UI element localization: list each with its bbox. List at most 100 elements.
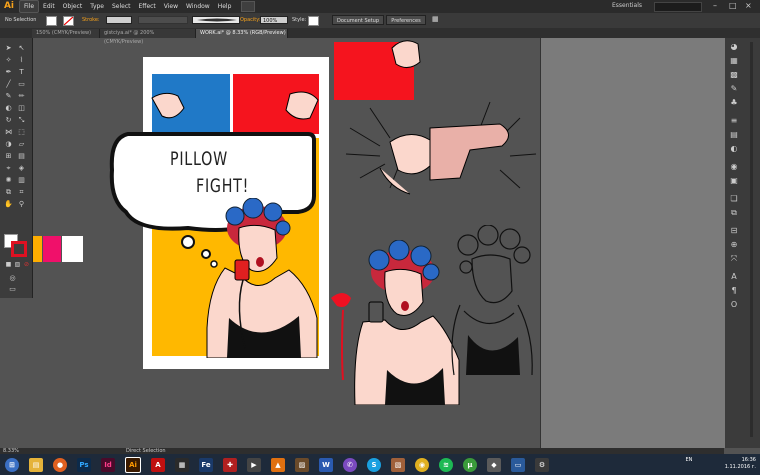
stroke-panel-icon[interactable]: ≡ [729,116,739,126]
spotify-icon[interactable]: ≋ [439,457,453,472]
none-mode-icon[interactable]: ⊘ [22,260,31,269]
align-panel-icon[interactable]: ⊟ [729,226,739,236]
media-icon[interactable]: ▶ [247,457,261,472]
explorer-icon[interactable]: ▤ [29,457,43,472]
rectangle-tool-icon[interactable]: ▭ [17,80,26,89]
photoshop-icon[interactable]: Ps [77,457,91,472]
line-tool-icon[interactable]: ╱ [4,80,13,89]
paintbrush-icon[interactable]: ✎ [4,92,13,101]
brush-definition-dropdown[interactable] [192,16,240,24]
tab-doc-2[interactable]: gistciya.ai* @ 200% (CMYK/Preview) [100,29,196,45]
workspace-switcher[interactable]: Essentials [612,2,642,9]
brushes-panel-icon[interactable]: ✎ [729,84,739,94]
stroke-label[interactable]: Stroke: [82,17,100,23]
menu-edit[interactable]: Edit [39,1,59,12]
preferences-button[interactable]: Preferences [386,15,426,25]
swatches-panel-icon[interactable]: ▩ [729,70,739,80]
dock-scrollbar[interactable] [750,42,753,437]
free-transform-icon[interactable]: ⬚ [17,128,26,137]
word-icon[interactable]: W [319,457,333,472]
rotate-tool-icon[interactable]: ↻ [4,116,13,125]
clock-time[interactable]: 16:36 [742,457,756,463]
fe-icon[interactable]: Fe [199,457,213,472]
maximize-icon[interactable]: □ [729,1,737,10]
transparency-panel-icon[interactable]: ◐ [729,144,739,154]
swatch-orange[interactable] [33,236,42,262]
symbols-panel-icon[interactable]: ♣ [729,98,739,108]
selection-tool-icon[interactable]: ➤ [4,44,13,53]
pen-tool-icon[interactable]: ✒ [4,68,13,77]
swatch-pink[interactable] [43,236,61,262]
draw-mode-icon[interactable]: ◎ [8,274,17,283]
layers-panel-icon[interactable]: ❏ [729,194,739,204]
mesh-tool-icon[interactable]: ⊞ [4,152,13,161]
menu-help[interactable]: Help [214,1,236,12]
monitor-icon[interactable]: ▭ [511,457,525,472]
stroke-color-box[interactable] [11,241,27,257]
graph-tool-icon[interactable]: ▥ [17,176,26,185]
stroke-swatch[interactable] [63,16,74,26]
menu-effect[interactable]: Effect [135,1,160,12]
skype-icon[interactable]: S [367,457,381,472]
color-guide-icon[interactable]: ▦ [729,56,739,66]
vlc-icon[interactable]: ▲ [271,457,285,472]
style-swatch[interactable] [308,16,319,26]
game-icon[interactable]: ◆ [487,457,501,472]
menu-file[interactable]: File [19,0,40,13]
gradient-mode-icon[interactable]: ▧ [13,260,22,269]
swatch-white[interactable] [62,236,83,262]
start-icon[interactable]: ⊞ [5,457,19,472]
indesign-icon[interactable]: Id [101,457,115,472]
blend-tool-icon[interactable]: ◈ [17,164,26,173]
firefox-icon[interactable]: ● [53,457,67,472]
opacity-field[interactable]: 100% [260,16,288,24]
close-icon[interactable]: × [745,1,752,10]
color-mode-icon[interactable]: ■ [4,260,13,269]
opacity-label[interactable]: Opacity: [240,17,261,23]
blob-brush-icon[interactable]: ◐ [4,104,13,113]
pdf-icon[interactable]: ✚ [223,457,237,472]
type-tool-icon[interactable]: T [17,68,26,77]
gradient-panel-icon[interactable]: ▤ [729,130,739,140]
shape-builder-icon[interactable]: ◑ [4,140,13,149]
hand-tool-icon[interactable]: ✋ [4,200,13,209]
slice-tool-icon[interactable]: ⌗ [17,188,26,197]
scale-tool-icon[interactable]: ⤡ [17,116,26,125]
lasso-icon[interactable]: ⌇ [17,56,26,65]
transform-panel-icon[interactable]: ⤧ [729,254,739,264]
opentype-panel-icon[interactable]: O [729,300,739,310]
chrome-icon[interactable]: ◉ [415,457,429,472]
fill-swatch[interactable] [46,16,57,26]
document-setup-button[interactable]: Document Setup [332,15,384,25]
zoom-tool-icon[interactable]: ⚲ [17,200,26,209]
appearance-panel-icon[interactable]: ◉ [729,162,739,172]
artboard-tool-icon[interactable]: ⧉ [4,188,13,197]
paragraph-panel-icon[interactable]: ¶ [729,286,739,296]
arrange-icon[interactable]: ▦ [432,15,439,23]
direct-selection-tool-icon[interactable]: ↖ [17,44,26,53]
gradient-tool-icon[interactable]: ▤ [17,152,26,161]
pathfinder-icon[interactable]: ⊕ [729,240,739,250]
symbol-sprayer-icon[interactable]: ✺ [4,176,13,185]
pencil-icon[interactable]: ✏ [17,92,26,101]
width-tool-icon[interactable]: ⋈ [4,128,13,137]
menu-window[interactable]: Window [182,1,214,12]
illustrator-icon[interactable]: Ai [125,456,141,473]
tab-doc-1[interactable]: 150% (CMYK/Preview) [32,29,100,38]
menu-object[interactable]: Object [59,1,87,12]
image-icon[interactable]: ▨ [295,457,309,472]
graphic-styles-icon[interactable]: ▣ [729,176,739,186]
menu-view[interactable]: View [160,1,182,12]
language-indicator[interactable]: EN [685,457,692,463]
utorrent-icon[interactable]: μ [463,457,477,472]
tab-doc-3[interactable]: WORK.ai* @ 8.33% (RGB/Preview) [196,29,288,38]
menu-select[interactable]: Select [108,1,135,12]
system-icon[interactable]: ⚙ [535,457,549,472]
stroke-weight-field[interactable] [106,16,132,24]
photos-icon[interactable]: ▧ [391,457,405,472]
menu-type[interactable]: Type [86,1,108,12]
acrobat-icon[interactable]: A [151,457,165,472]
screen-mode-icon[interactable]: ▭ [8,285,17,294]
magic-wand-icon[interactable]: ✧ [4,56,13,65]
artboards-panel-icon[interactable]: ⧉ [729,208,739,218]
